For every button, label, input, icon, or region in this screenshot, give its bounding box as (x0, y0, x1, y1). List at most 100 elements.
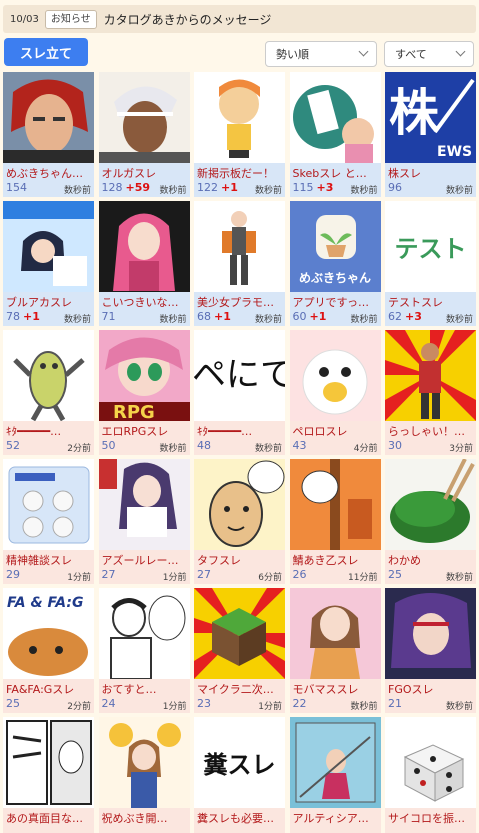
test-text-thumbnail[interactable]: テスト (385, 201, 476, 292)
thread-card[interactable]: モバマススレ 22 数秒前 (289, 588, 381, 713)
pink-haired-girl-thumbnail[interactable] (98, 201, 190, 292)
anime-scene-thumbnail[interactable] (289, 717, 381, 808)
thread-card[interactable]: ペにて ｷﾀ━━━━━… 48 数秒前 (194, 330, 285, 455)
thread-title[interactable]: FGOスレ (388, 681, 474, 695)
thread-card[interactable]: こいつきいな… 71 数秒前 (98, 201, 190, 326)
thread-title[interactable]: ブルアカスレ (6, 294, 92, 308)
thread-title[interactable]: こいつきいな… (102, 294, 188, 308)
thread-card[interactable]: ｷﾀ━━━━━… 52 2分前 (3, 330, 94, 455)
thread-card[interactable]: マイクラ二次… 23 1分前 (194, 588, 285, 713)
thread-card[interactable]: らっしゃい！… 30 3分前 (385, 330, 476, 455)
thread-title[interactable]: サイコロを振… (388, 810, 474, 824)
thread-card[interactable]: 美少女プラモ… 68 +1 数秒前 (194, 201, 285, 326)
cheerleader-thumbnail[interactable] (98, 717, 190, 808)
skeb-logo-thumbnail[interactable] (289, 72, 381, 163)
thread-card[interactable]: タフスレ 27 6分前 (194, 459, 285, 584)
thread-card[interactable]: アルティシア… (289, 717, 381, 833)
thread-card[interactable]: めぶきちゃん アプリですっ… 60 +1 数秒前 (289, 201, 381, 326)
thread-card[interactable]: 祝めぶき開… (98, 717, 190, 833)
thread-title[interactable]: Skebスレ と… (293, 165, 379, 179)
thread-title[interactable]: 株スレ (388, 165, 474, 179)
mebuki-app-icon-thumbnail[interactable]: めぶきちゃん (289, 201, 381, 292)
manga-man-thumbnail[interactable] (194, 459, 285, 550)
kuso-text-thumbnail[interactable]: 糞スレ (194, 717, 285, 808)
white-haired-man-thumbnail[interactable] (98, 72, 190, 163)
thread-info: FA&FA:Gスレ 25 2分前 (3, 679, 94, 713)
thread-title[interactable]: ペロロスレ (293, 423, 379, 437)
header-message[interactable]: カタログあきからのメッセージ (104, 11, 272, 28)
red-haired-pirate-thumbnail[interactable] (3, 72, 94, 163)
text-fragment-thumbnail[interactable]: ペにて (194, 330, 285, 421)
sort-select[interactable]: 勢い順 (265, 41, 377, 67)
thread-card[interactable]: テスト テストスレ 62 +3 数秒前 (385, 201, 476, 326)
rpg-girl-thumbnail[interactable]: RPG (98, 330, 190, 421)
thread-title[interactable]: ｷﾀ━━━━━… (6, 423, 92, 437)
thread-card[interactable]: わかめ 25 数秒前 (385, 459, 476, 584)
thread-card[interactable]: Skebスレ と… 115 +3 数秒前 (289, 72, 381, 197)
reply-count-value: 22 (292, 697, 307, 710)
thread-title[interactable]: エロRPGスレ (102, 423, 188, 437)
thread-title[interactable]: アズールレー… (102, 552, 188, 566)
thread-title[interactable]: FA&FA:Gスレ (6, 681, 92, 695)
thread-card[interactable]: ペロロスレ 43 4分前 (289, 330, 381, 455)
thread-card[interactable]: 糞スレ糞スレも必要… (194, 717, 285, 833)
thread-title[interactable]: モバマススレ (293, 681, 379, 695)
thread-card[interactable]: アズールレー… 27 1分前 (98, 459, 190, 584)
thread-card[interactable]: 精神雑談スレ 29 1分前 (3, 459, 94, 584)
mecha-girl-figure-thumbnail[interactable] (194, 201, 285, 292)
thread-title[interactable]: アルティシア… (293, 810, 379, 824)
thread-title[interactable]: 鯖あき乙スレ (293, 552, 379, 566)
thread-title[interactable]: めぶきちゃん… (6, 165, 92, 179)
idol-girl-thumbnail[interactable] (289, 588, 381, 679)
thread-card[interactable]: 鯖あき乙スレ 26 11分前 (289, 459, 381, 584)
thread-card[interactable]: FA & FA:G FA&FA:Gスレ 25 2分前 (3, 588, 94, 713)
thread-card[interactable]: オルガスレ 128 +59 数秒前 (98, 72, 190, 197)
chained-girl-thumbnail[interactable] (289, 459, 381, 550)
thread-card[interactable]: サイコロを振… (385, 717, 476, 833)
dice-thumbnail[interactable] (385, 717, 476, 808)
thread-card[interactable]: ブルアカスレ 78 +1 数秒前 (3, 201, 94, 326)
thread-card[interactable]: RPG エロRPGスレ 50 数秒前 (98, 330, 190, 455)
thread-card[interactable]: めぶきちゃん… 154 数秒前 (3, 72, 94, 197)
thread-title[interactable]: タフスレ (197, 552, 283, 566)
thread-title[interactable]: 新掲示板だー！ (197, 165, 283, 179)
thread-info: あの真面目な… (3, 808, 94, 833)
pill-pack-thumbnail[interactable] (3, 459, 94, 550)
thread-title[interactable]: わかめ (388, 552, 474, 566)
thread-title[interactable]: 美少女プラモ… (197, 294, 283, 308)
thread-card[interactable]: 株 EWS 株スレ 96 数秒前 (385, 72, 476, 197)
dancing-man-thumbnail[interactable] (385, 330, 476, 421)
thread-title[interactable]: ｷﾀ━━━━━… (197, 423, 283, 437)
thread-card[interactable]: あの真面目な… (3, 717, 94, 833)
thread-title[interactable]: おてすと… (102, 681, 188, 695)
thread-title[interactable]: マイクラ二次… (197, 681, 283, 695)
chibi-girl-thumbnail[interactable] (194, 72, 285, 163)
thread-info: こいつきいな… 71 数秒前 (98, 292, 190, 326)
last-post-time: 数秒前 (445, 186, 473, 196)
thread-title[interactable]: らっしゃい！… (388, 423, 474, 437)
thread-card[interactable]: FGOスレ 21 数秒前 (385, 588, 476, 713)
thread-title[interactable]: 糞スレも必要… (197, 810, 283, 824)
thread-card[interactable]: おてすと… 24 1分前 (98, 588, 190, 713)
azur-lane-thumbnail[interactable] (98, 459, 190, 550)
fa-cat-thumbnail[interactable]: FA & FA:G (3, 588, 94, 679)
white-bird-thumbnail[interactable] (289, 330, 381, 421)
blue-archive-thumbnail[interactable] (3, 201, 94, 292)
thread-title[interactable]: アプリですっ… (293, 294, 379, 308)
thread-title[interactable]: あの真面目な… (6, 810, 92, 824)
stock-news-logo-thumbnail[interactable]: 株 EWS (385, 72, 476, 163)
thread-title[interactable]: 精神雑談スレ (6, 552, 92, 566)
thread-card[interactable]: 新掲示板だー！ 122 +1 数秒前 (194, 72, 285, 197)
fgo-character-thumbnail[interactable] (385, 588, 476, 679)
manga-sketch-thumbnail[interactable] (98, 588, 190, 679)
thread-title[interactable]: 祝めぶき開… (102, 810, 188, 824)
seaweed-bowl-thumbnail[interactable] (385, 459, 476, 550)
thread-title[interactable]: オルガスレ (102, 165, 188, 179)
notice-badge[interactable]: お知らせ (44, 9, 97, 29)
filter-select[interactable]: すべて (384, 41, 474, 67)
thread-title[interactable]: テストスレ (388, 294, 474, 308)
new-thread-button[interactable]: スレ立て (4, 38, 88, 66)
ascii-creature-thumbnail[interactable] (3, 330, 94, 421)
minecraft-block-thumbnail[interactable] (194, 588, 285, 679)
manga-panel-thumbnail[interactable] (3, 717, 94, 808)
